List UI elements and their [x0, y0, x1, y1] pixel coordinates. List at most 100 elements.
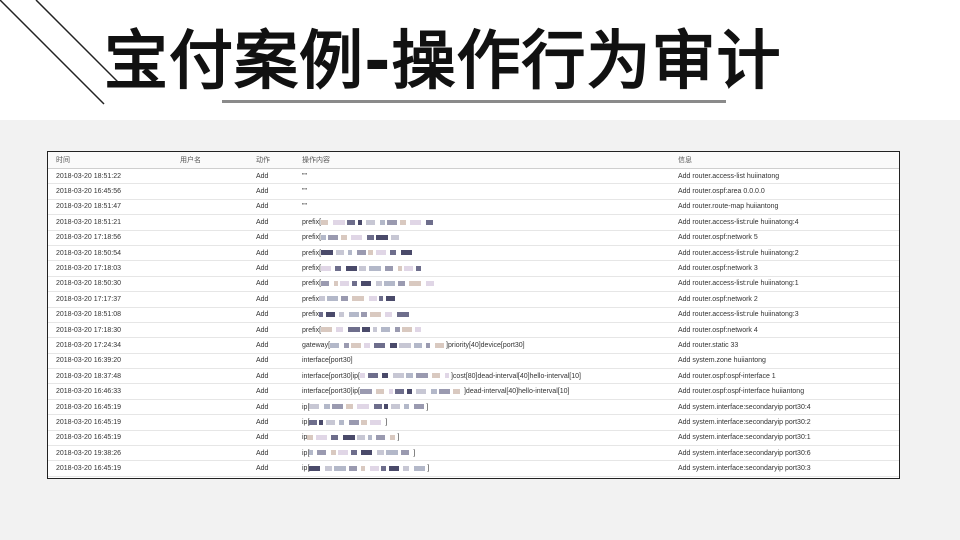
cell-action: Add: [248, 307, 294, 323]
cell-user: [172, 445, 248, 462]
cell-user: [172, 460, 248, 477]
redacted-mosaic: [321, 327, 425, 333]
cell-time: 2018-03-20 16:45:56: [48, 183, 172, 200]
cell-info: Add system.interface:secondaryip port30:…: [670, 445, 899, 462]
cell-time: 2018-03-20 17:18:56: [48, 230, 172, 246]
content-text: prefix[: [302, 265, 322, 273]
redacted-mosaic: [321, 219, 435, 225]
cell-time: 2018-03-20 16:39:20: [48, 353, 172, 370]
redacted-mosaic: [309, 419, 385, 425]
table-row[interactable]: 2018-03-20 16:45:19 Add ip[] Add system.int…: [48, 460, 899, 477]
content-text-tail: ]priority[40]device[port30]: [446, 341, 525, 349]
cell-action: Add: [248, 260, 294, 277]
decorative-diagonal-line: [0, 0, 120, 105]
table-row[interactable]: 2018-03-20 17:18:56 Add prefix[Add router.…: [48, 230, 899, 246]
cell-info: Add router.ospf:network 5: [670, 230, 899, 246]
content-text: prefix[: [302, 234, 322, 242]
cell-info: Add system.zone huiiantong: [670, 353, 899, 370]
content-text: prefix: [302, 295, 320, 303]
table-row[interactable]: 2018-03-20 18:37:48 Add interface[port30]i…: [48, 368, 899, 385]
cell-action: Add: [248, 245, 294, 262]
cell-content: "": [294, 199, 670, 216]
cell-user: [172, 353, 248, 370]
slide-title: 宝付案例-操作行为审计: [104, 25, 782, 99]
cell-action: Add: [248, 430, 294, 447]
table-row[interactable]: 2018-03-20 17:24:34 Add gateway[]priority[…: [48, 337, 899, 354]
cell-time: 2018-03-20 16:45:19: [48, 430, 172, 447]
content-text: ip[: [302, 418, 310, 426]
content-text: gateway[: [302, 341, 331, 349]
cell-user: [172, 260, 248, 277]
column-header-content[interactable]: 操作内容: [294, 152, 670, 169]
table-row[interactable]: 2018-03-20 18:51:22 Add "" Add router.acces…: [48, 168, 899, 185]
table-row[interactable]: 2018-03-20 18:50:54 Add prefix[Add router.…: [48, 245, 899, 262]
table-row[interactable]: 2018-03-20 18:51:21 Add prefix[Add router.…: [48, 214, 899, 231]
table-row[interactable]: 2018-03-20 16:46:33 Add interface[port30]i…: [48, 383, 899, 400]
cell-time: 2018-03-20 17:18:30: [48, 322, 172, 339]
content-text-tail: ]: [385, 418, 388, 426]
cell-user: [172, 399, 248, 416]
table-row[interactable]: 2018-03-20 17:17:37 Add prefix Add router.o…: [48, 291, 899, 308]
cell-action: Add: [248, 399, 294, 416]
cell-info: Add system.interface:secondaryip port30:…: [670, 430, 899, 447]
audit-log-panel: 时间 用户名 动作 操作内容 信息 2018-03-20 18:51:22 Add…: [47, 151, 900, 479]
redacted-mosaic: [309, 404, 426, 410]
cell-info: Add router.ospf:ospf-interface 1: [670, 368, 899, 385]
cell-time: 2018-03-20 18:51:47: [48, 199, 172, 216]
table-row[interactable]: 2018-03-20 18:51:08 Add prefix Add router.a…: [48, 307, 899, 323]
cell-time: 2018-03-20 17:17:37: [48, 291, 172, 308]
column-header-time[interactable]: 时间: [48, 152, 172, 169]
content-text: "": [302, 203, 307, 211]
table-row[interactable]: 2018-03-20 16:45:19 Add ip[] Add system.int…: [48, 414, 899, 431]
table-row[interactable]: 2018-03-20 16:39:20 Add interface[port30] A…: [48, 353, 899, 370]
content-text: prefix: [302, 311, 320, 319]
audit-log-table: 时间 用户名 动作 操作内容 信息 2018-03-20 18:51:22 Add…: [48, 152, 899, 477]
table-row[interactable]: 2018-03-20 18:50:30 Add prefix[Add router.…: [48, 276, 899, 293]
content-text: prefix[: [302, 218, 322, 226]
content-text: prefix[: [302, 326, 322, 334]
cell-time: 2018-03-20 18:51:08: [48, 307, 172, 323]
cell-info: Add system.interface:secondaryip port30:…: [670, 460, 899, 477]
content-text: interface[port30]ip[: [302, 372, 360, 380]
cell-info: Add router.ospf:ospf-interface huiianton…: [670, 383, 899, 400]
redacted-mosaic: [309, 450, 413, 456]
cell-info: Add router.ospf:network 4: [670, 322, 899, 339]
table-row[interactable]: 2018-03-20 16:45:19 Add ip] Add system.inte…: [48, 430, 899, 447]
cell-content: "": [294, 168, 670, 185]
cell-content: "": [294, 183, 670, 200]
table-row[interactable]: 2018-03-20 19:38:26 Add ip[] Add system.int…: [48, 445, 899, 462]
column-header-user[interactable]: 用户名: [172, 152, 248, 169]
column-header-info[interactable]: 信息: [670, 152, 899, 169]
cell-action: Add: [248, 183, 294, 200]
content-text: prefix[: [302, 280, 322, 288]
cell-action: Add: [248, 337, 294, 354]
cell-action: Add: [248, 291, 294, 308]
cell-info: Add router.static 33: [670, 337, 899, 354]
cell-action: Add: [248, 168, 294, 185]
redacted-mosaic: [330, 342, 446, 348]
cell-action: Add: [248, 445, 294, 462]
content-text: interface[port30]ip[: [302, 388, 360, 396]
content-text-tail: ]dead-interval[40]hello-interval[10]: [463, 388, 570, 396]
content-text-tail: ]: [426, 403, 429, 411]
redacted-mosaic: [319, 311, 411, 317]
cell-user: [172, 276, 248, 293]
content-text: ip[: [302, 465, 310, 473]
column-header-action[interactable]: 动作: [248, 152, 294, 169]
cell-content: gateway[ ]priority[40]device[port30]: [294, 337, 670, 354]
cell-user: [172, 414, 248, 431]
table-row[interactable]: 2018-03-20 17:18:30 Add prefix[Add router.…: [48, 322, 899, 339]
table-row[interactable]: 2018-03-20 18:51:47 Add "" Add router.route…: [48, 199, 899, 216]
table-row[interactable]: 2018-03-20 17:18:03 Add prefix[Add router.…: [48, 260, 899, 277]
cell-info: Add router.ospf:network 3: [670, 260, 899, 277]
cell-user: [172, 168, 248, 185]
cell-action: Add: [248, 368, 294, 385]
cell-time: 2018-03-20 18:51:22: [48, 168, 172, 185]
table-row[interactable]: 2018-03-20 16:45:56 Add "" Add router.ospf:…: [48, 183, 899, 200]
cell-content: prefix: [294, 291, 670, 308]
cell-content: interface[port30]: [294, 353, 670, 370]
cell-content: prefix: [294, 307, 670, 323]
cell-time: 2018-03-20 19:38:26: [48, 445, 172, 462]
content-text: prefix[: [302, 249, 322, 257]
table-row[interactable]: 2018-03-20 16:45:19 Add ip[] Add system.int…: [48, 399, 899, 416]
